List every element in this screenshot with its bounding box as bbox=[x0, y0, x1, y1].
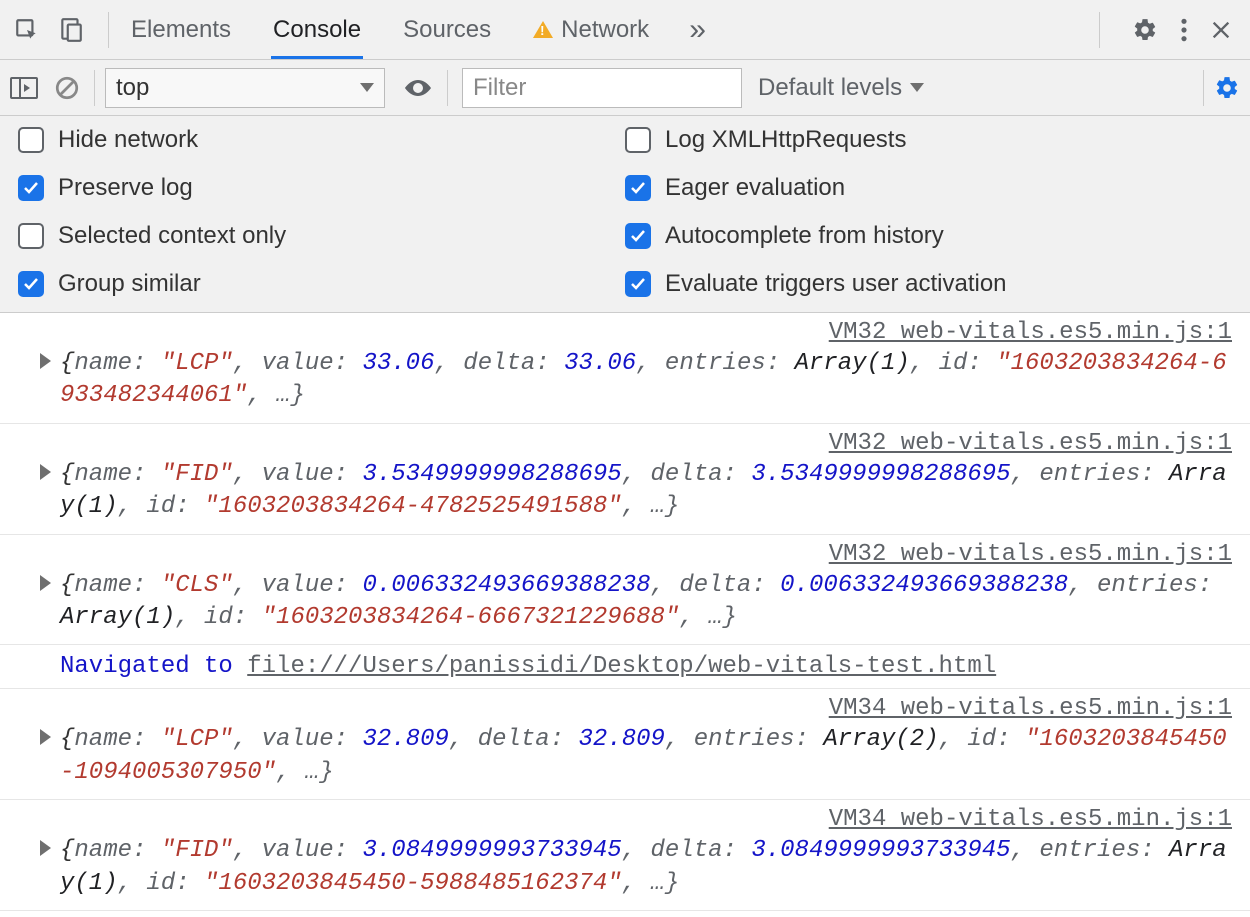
nav-label: Navigated to bbox=[60, 653, 247, 680]
log-entry[interactable]: VM32 web-vitals.es5.min.js:1 {name: "CLS… bbox=[0, 535, 1250, 646]
log-source-link[interactable]: VM34 web-vitals.es5.min.js:1 bbox=[60, 695, 1232, 722]
tab-label: Sources bbox=[403, 16, 491, 44]
tabbar-left-icons bbox=[8, 17, 98, 43]
chevron-down-icon bbox=[910, 83, 924, 92]
checkbox-label: Evaluate triggers user activation bbox=[665, 270, 1007, 298]
more-tabs-icon[interactable]: » bbox=[689, 13, 706, 47]
console-toolbar: top Default levels bbox=[0, 60, 1250, 116]
checkbox-label: Autocomplete from history bbox=[665, 222, 944, 250]
separator bbox=[94, 70, 95, 106]
clear-console-icon[interactable] bbox=[54, 75, 80, 101]
filter-input[interactable] bbox=[462, 68, 742, 108]
checkbox-icon bbox=[18, 127, 44, 153]
console-settings-gear-icon[interactable] bbox=[1214, 75, 1240, 101]
chevron-down-icon bbox=[360, 83, 374, 92]
checkbox-icon bbox=[625, 127, 651, 153]
checkbox-hide-network[interactable]: Hide network bbox=[18, 126, 625, 154]
log-levels-select[interactable]: Default levels bbox=[758, 74, 924, 102]
checkbox-icon bbox=[625, 271, 651, 297]
sidebar-toggle-icon[interactable] bbox=[10, 76, 38, 100]
nav-url-link[interactable]: file:///Users/panissidi/Desktop/web-vita… bbox=[247, 653, 996, 680]
checkbox-label: Selected context only bbox=[58, 222, 286, 250]
checkbox-icon bbox=[625, 223, 651, 249]
disclosure-triangle-icon[interactable] bbox=[40, 575, 51, 591]
console-settings-panel: Hide network Log XMLHttpRequests Preserv… bbox=[0, 116, 1250, 313]
log-entry[interactable]: VM34 web-vitals.es5.min.js:1 {name: "FID… bbox=[0, 800, 1250, 911]
disclosure-triangle-icon[interactable] bbox=[40, 464, 51, 480]
log-entry[interactable]: VM32 web-vitals.es5.min.js:1 {name: "FID… bbox=[0, 424, 1250, 535]
checkbox-autocomplete-history[interactable]: Autocomplete from history bbox=[625, 222, 1232, 250]
eye-icon[interactable] bbox=[403, 77, 433, 99]
separator bbox=[108, 12, 109, 48]
close-icon[interactable] bbox=[1210, 19, 1232, 41]
tabs: Elements Console Sources Network » bbox=[119, 2, 1089, 58]
checkbox-log-xhr[interactable]: Log XMLHttpRequests bbox=[625, 126, 1232, 154]
checkbox-eager-eval[interactable]: Eager evaluation bbox=[625, 174, 1232, 202]
console-log-area: VM32 web-vitals.es5.min.js:1 {name: "LCP… bbox=[0, 313, 1250, 911]
device-toolbar-icon[interactable] bbox=[58, 17, 84, 43]
devtools-tabbar: Elements Console Sources Network » bbox=[0, 0, 1250, 60]
separator bbox=[1099, 12, 1100, 48]
log-source-link[interactable]: VM32 web-vitals.es5.min.js:1 bbox=[60, 541, 1232, 568]
checkbox-group-similar[interactable]: Group similar bbox=[18, 270, 625, 298]
context-select[interactable]: top bbox=[105, 68, 385, 108]
tab-label: Console bbox=[273, 16, 361, 44]
warning-icon bbox=[533, 21, 553, 38]
tabbar-right-icons bbox=[1089, 12, 1242, 48]
tab-sources[interactable]: Sources bbox=[401, 2, 493, 58]
levels-label: Default levels bbox=[758, 74, 902, 102]
log-entry[interactable]: VM32 web-vitals.es5.min.js:1 {name: "LCP… bbox=[0, 313, 1250, 424]
kebab-icon[interactable] bbox=[1180, 17, 1188, 43]
disclosure-triangle-icon[interactable] bbox=[40, 353, 51, 369]
log-object[interactable]: {name: "CLS", value: 0.00633249366938823… bbox=[60, 570, 1232, 635]
context-value: top bbox=[116, 74, 149, 102]
separator bbox=[447, 70, 448, 106]
inspect-icon[interactable] bbox=[14, 17, 40, 43]
log-source-link[interactable]: VM34 web-vitals.es5.min.js:1 bbox=[60, 806, 1232, 833]
log-object[interactable]: {name: "LCP", value: 33.06, delta: 33.06… bbox=[60, 348, 1232, 413]
tab-network[interactable]: Network bbox=[531, 2, 651, 58]
checkbox-label: Eager evaluation bbox=[665, 174, 845, 202]
checkbox-icon bbox=[18, 271, 44, 297]
checkbox-label: Hide network bbox=[58, 126, 198, 154]
checkbox-selected-context[interactable]: Selected context only bbox=[18, 222, 625, 250]
log-object[interactable]: {name: "FID", value: 3.0849999993733945,… bbox=[60, 835, 1232, 900]
checkbox-label: Log XMLHttpRequests bbox=[665, 126, 906, 154]
tab-label: Network bbox=[561, 16, 649, 44]
tab-elements[interactable]: Elements bbox=[129, 2, 233, 58]
checkbox-icon bbox=[18, 175, 44, 201]
log-object[interactable]: {name: "FID", value: 3.5349999998288695,… bbox=[60, 459, 1232, 524]
checkbox-user-activation[interactable]: Evaluate triggers user activation bbox=[625, 270, 1232, 298]
log-object[interactable]: {name: "LCP", value: 32.809, delta: 32.8… bbox=[60, 724, 1232, 789]
log-source-link[interactable]: VM32 web-vitals.es5.min.js:1 bbox=[60, 430, 1232, 457]
checkbox-icon bbox=[625, 175, 651, 201]
tab-console[interactable]: Console bbox=[271, 2, 363, 58]
navigation-entry: Navigated to file:///Users/panissidi/Des… bbox=[0, 645, 1250, 689]
separator bbox=[1203, 70, 1204, 106]
checkbox-preserve-log[interactable]: Preserve log bbox=[18, 174, 625, 202]
tab-label: Elements bbox=[131, 16, 231, 44]
checkbox-icon bbox=[18, 223, 44, 249]
gear-icon[interactable] bbox=[1132, 17, 1158, 43]
disclosure-triangle-icon[interactable] bbox=[40, 840, 51, 856]
checkbox-label: Preserve log bbox=[58, 174, 193, 202]
log-entry[interactable]: VM34 web-vitals.es5.min.js:1 {name: "LCP… bbox=[0, 689, 1250, 800]
checkbox-label: Group similar bbox=[58, 270, 201, 298]
disclosure-triangle-icon[interactable] bbox=[40, 729, 51, 745]
log-source-link[interactable]: VM32 web-vitals.es5.min.js:1 bbox=[60, 319, 1232, 346]
